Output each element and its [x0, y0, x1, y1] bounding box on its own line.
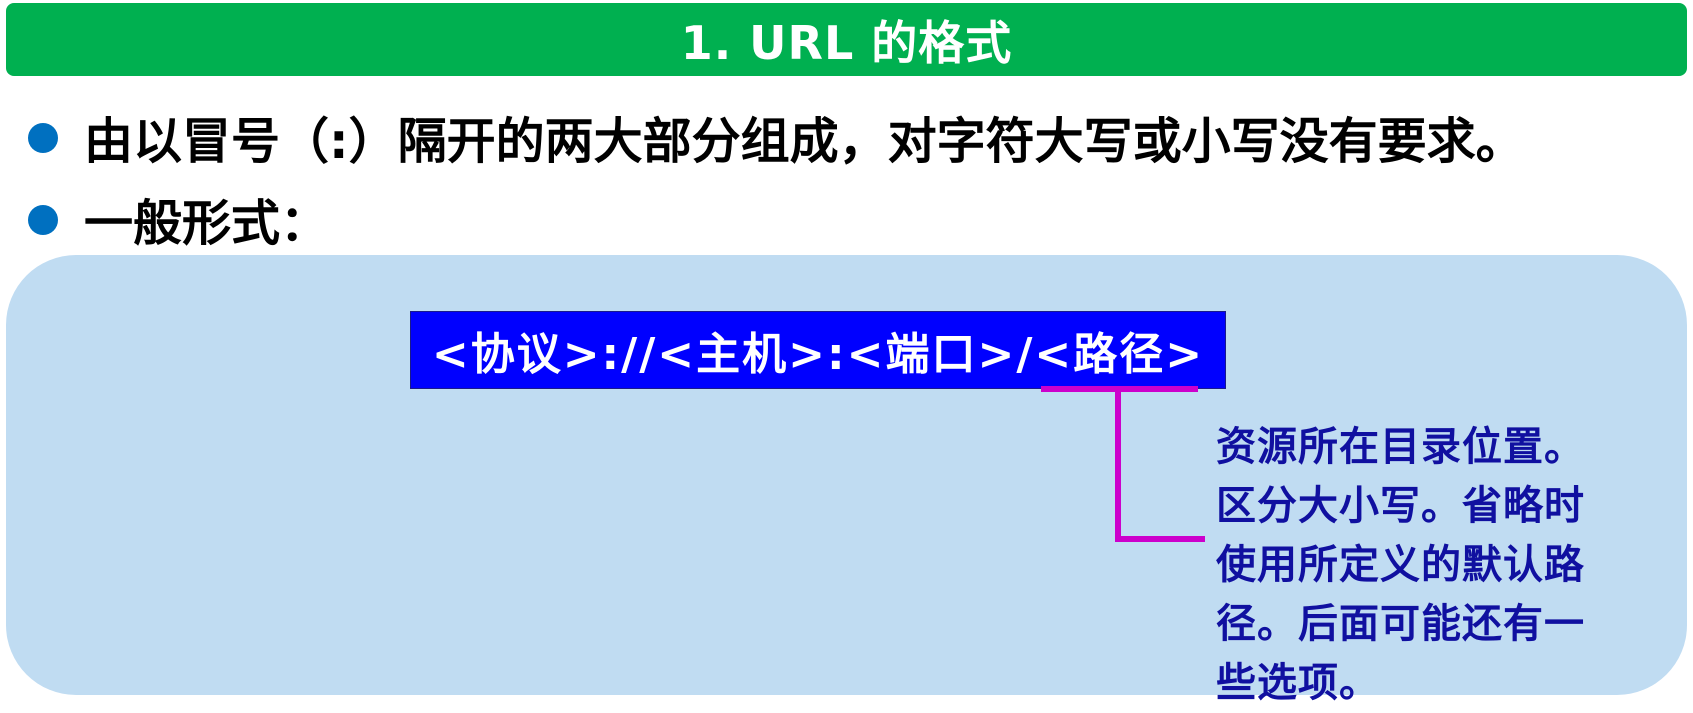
- bullet-dot-icon: [28, 204, 58, 235]
- callout-line-vertical: [1115, 389, 1121, 542]
- bullet-item-1: 由以冒号（:）隔开的两大部分组成，对字符大写或小写没有要求。: [28, 102, 1525, 173]
- path-annotation: 资源所在目录位置。区分大小写。省略时使用所定义的默认路径。后面可能还有一些选项。: [1216, 424, 1585, 706]
- callout-line-horizontal: [1115, 536, 1205, 542]
- bullet-dot-icon: [28, 122, 58, 153]
- url-format-box: <协议>://<主机>:<端口>/<路径>: [410, 311, 1226, 389]
- bullet-item-2: 一般形式：: [28, 184, 329, 255]
- bullet-text: 由以冒号（:）隔开的两大部分组成，对字符大写或小写没有要求。: [84, 113, 1525, 170]
- url-format-text: <协议>://<主机>:<端口>/<路径>: [431, 329, 1205, 380]
- bullet-text: 一般形式：: [84, 195, 330, 252]
- title-bar: 1. URL 的格式: [6, 3, 1687, 76]
- page-title: 1. URL 的格式: [680, 15, 1013, 70]
